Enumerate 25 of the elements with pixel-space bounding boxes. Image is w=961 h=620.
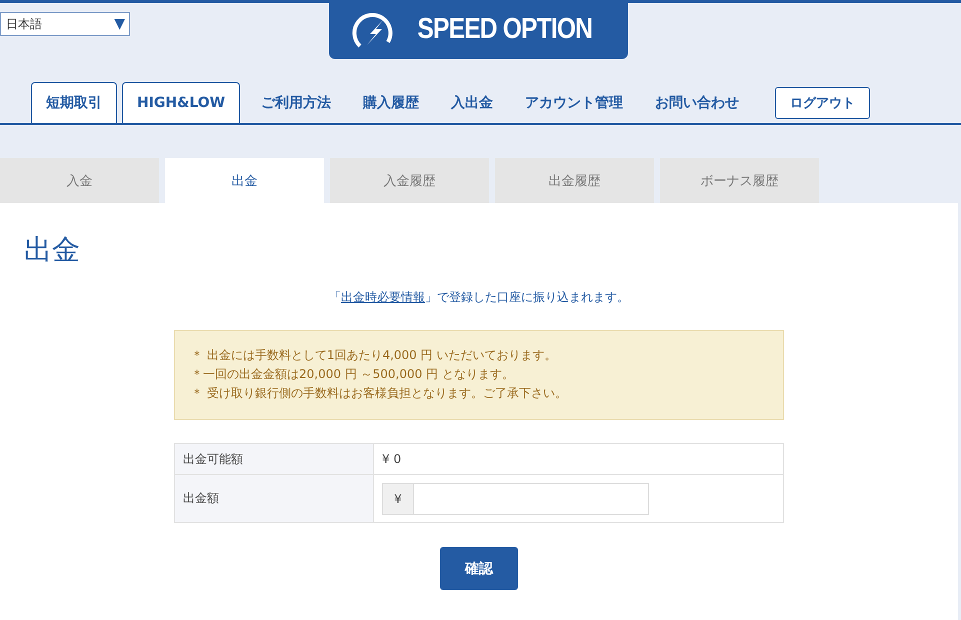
- logo: SPEED OPTION: [329, 0, 628, 59]
- notice-text: ＊一回の出金金額は20,000 円 ～500,000 円 となります。: [191, 366, 515, 383]
- table-cell: ¥ 0: [374, 444, 784, 474]
- tab[interactable]: 出金履歴: [495, 158, 654, 203]
- table-cell: 出金額: [174, 474, 374, 522]
- language-select[interactable]: 日本語 ▼: [0, 12, 130, 36]
- nav-link[interactable]: 入出金: [435, 94, 510, 112]
- table-cell: 出金可能額: [174, 444, 374, 474]
- info-link[interactable]: 出金時必要情報: [341, 290, 425, 304]
- confirm-button[interactable]: 確認: [440, 547, 518, 590]
- intro-text: 「出金時必要情報」で登録した口座に振り込まれます。: [328, 289, 630, 306]
- page-title: 出金: [24, 232, 81, 268]
- nav-link[interactable]: お問い合わせ: [639, 94, 756, 112]
- nav-link[interactable]: 購入履歴: [347, 94, 436, 112]
- nav-link[interactable]: アカウント管理: [509, 94, 640, 112]
- tab[interactable]: 出金: [165, 158, 324, 203]
- nav-link[interactable]: ご利用方法: [245, 94, 348, 112]
- logout-button[interactable]: ログアウト: [775, 87, 870, 119]
- notice-text: ＊ 受け取り銀行側の手数料はお客様負担となります。ご了承下さい。: [191, 385, 568, 402]
- notice-text: ＊ 出金には手数料として1回あたり4,000 円 いただいております。: [191, 347, 558, 364]
- nav-tab[interactable]: HIGH&LOW: [122, 82, 240, 123]
- tab[interactable]: 入金履歴: [330, 158, 489, 203]
- nav-tab[interactable]: 短期取引: [31, 82, 117, 123]
- tab[interactable]: ボーナス履歴: [660, 158, 819, 203]
- tab[interactable]: 入金: [0, 158, 159, 203]
